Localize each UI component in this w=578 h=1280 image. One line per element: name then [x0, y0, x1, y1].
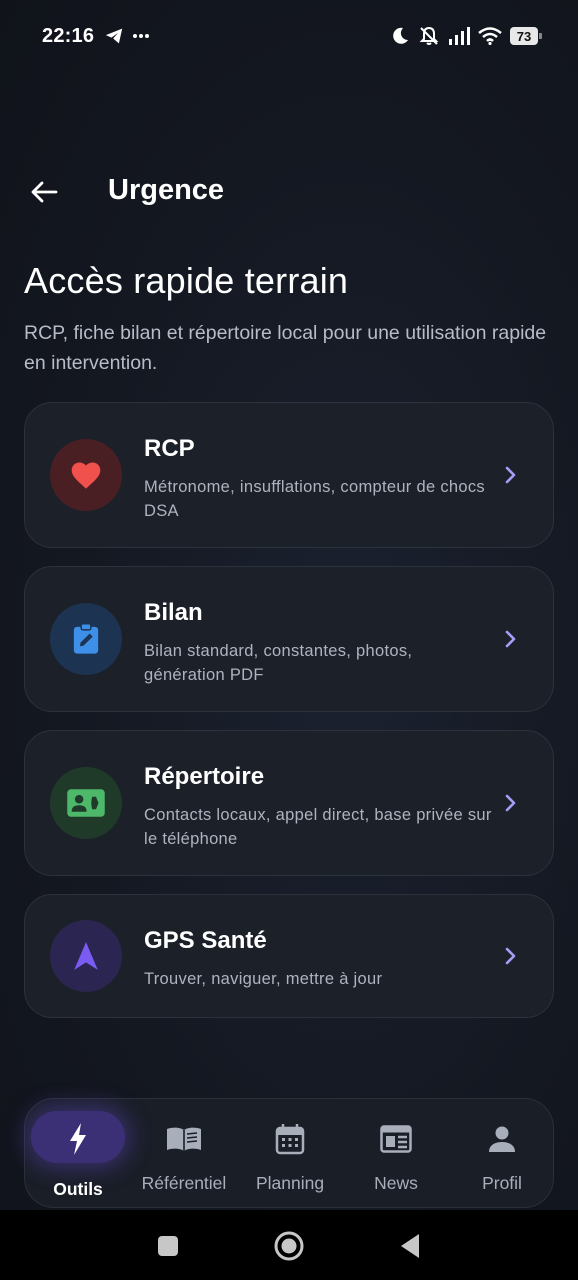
book-icon — [131, 1121, 237, 1157]
nav-item-planning[interactable]: Planning — [237, 1099, 343, 1209]
card-icon-circle — [50, 603, 122, 675]
status-time: 22:16 — [42, 24, 95, 47]
system-navigation-bar — [0, 1210, 578, 1280]
nav-label: News — [374, 1173, 418, 1193]
navigation-arrow-icon — [73, 941, 99, 971]
bottom-navigation: Outils Référentiel Planning News Profil — [24, 1098, 554, 1208]
card-title: GPS Santé — [144, 927, 267, 954]
calendar-icon — [237, 1121, 343, 1157]
telegram-icon — [104, 27, 124, 45]
status-bar: 22:16 73 — [0, 0, 578, 72]
bolt-icon — [25, 1121, 131, 1157]
chevron-right-icon — [499, 463, 523, 487]
card-icon-circle — [50, 767, 122, 839]
clipboard-edit-icon — [71, 622, 101, 656]
card-title: RCP — [144, 435, 195, 462]
nav-item-outils[interactable]: Outils — [25, 1099, 131, 1209]
arrow-left-icon — [30, 180, 58, 204]
card-icon-circle — [50, 920, 122, 992]
app-bar: Urgence — [0, 160, 578, 224]
moon-icon — [390, 26, 410, 46]
wifi-icon — [478, 27, 502, 45]
card-rcp[interactable]: RCP Métronome, insufflations, compteur d… — [24, 402, 554, 548]
card-subtitle: Bilan standard, constantes, photos, géné… — [144, 642, 413, 684]
nav-label: Profil — [482, 1173, 522, 1193]
card-subtitle: Contacts locaux, appel direct, base priv… — [144, 806, 492, 848]
nav-label: Planning — [255, 1173, 325, 1193]
card-title: Répertoire — [144, 763, 265, 790]
app-title: Urgence — [108, 174, 225, 206]
battery-indicator: 73 — [510, 27, 542, 45]
card-bilan[interactable]: Bilan Bilan standard, constantes, photos… — [24, 566, 554, 712]
card-subtitle: Métronome, insufflations, compteur de ch… — [144, 478, 485, 520]
card-title: Bilan — [144, 599, 203, 626]
page-description: RCP, fiche bilan et répertoire local pou… — [24, 322, 547, 374]
chevron-right-icon — [499, 627, 523, 651]
mute-icon — [418, 25, 440, 47]
person-icon — [449, 1121, 555, 1157]
nav-item-referentiel[interactable]: Référentiel — [131, 1099, 237, 1209]
heart-icon — [69, 460, 103, 490]
card-icon-circle — [50, 439, 122, 511]
chevron-right-icon — [499, 791, 523, 815]
card-gps-sante[interactable]: GPS Santé Trouver, naviguer, mettre à jo… — [24, 894, 554, 1018]
chevron-right-icon — [499, 944, 523, 968]
recents-square-icon[interactable] — [150, 1228, 186, 1264]
contact-card-icon — [66, 788, 106, 818]
back-button[interactable] — [24, 172, 64, 212]
card-repertoire[interactable]: Répertoire Contacts locaux, appel direct… — [24, 730, 554, 876]
nav-label: Référentiel — [141, 1173, 227, 1193]
newspaper-icon — [343, 1121, 449, 1157]
page-heading: Accès rapide terrain — [24, 260, 349, 301]
nav-item-news[interactable]: News — [343, 1099, 449, 1209]
more-dots-icon — [132, 33, 150, 39]
back-triangle-icon[interactable] — [392, 1228, 428, 1264]
nav-label: Outils — [53, 1179, 103, 1199]
card-subtitle: Trouver, naviguer, mettre à jour — [144, 970, 383, 988]
nav-item-profil[interactable]: Profil — [449, 1099, 555, 1209]
home-circle-icon[interactable] — [271, 1228, 307, 1264]
signal-icon — [448, 27, 470, 45]
